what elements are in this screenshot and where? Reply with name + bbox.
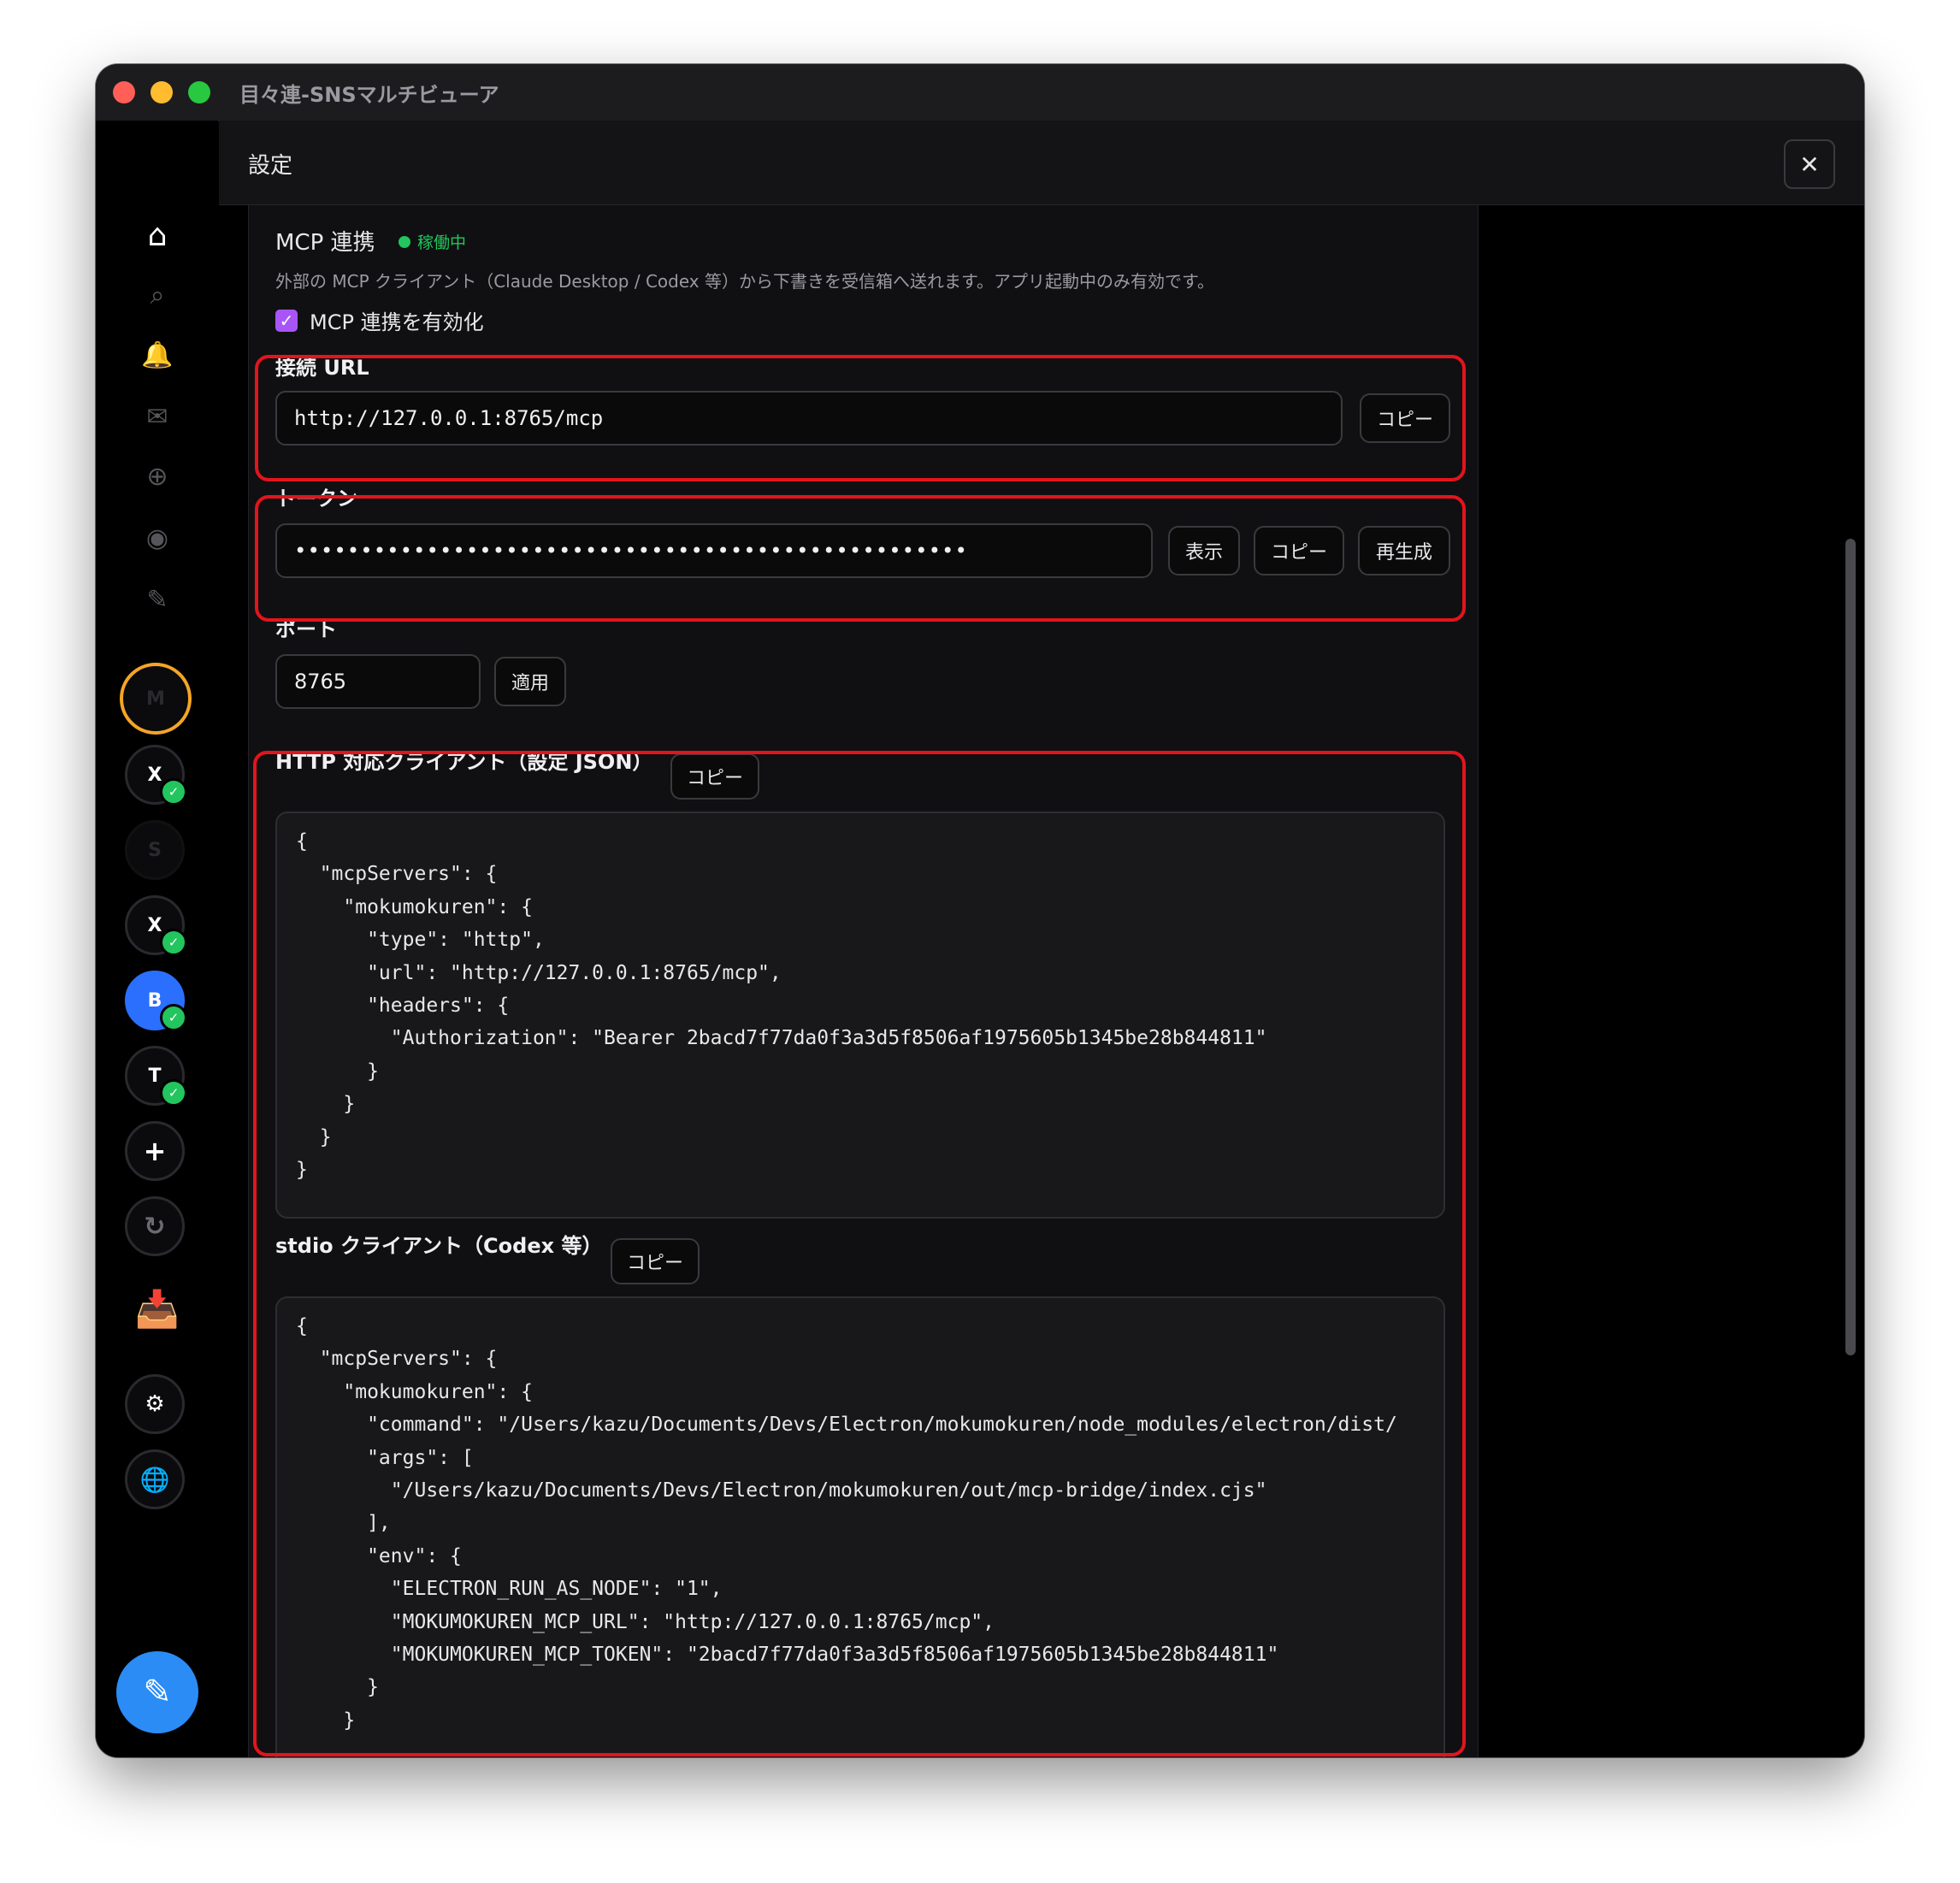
account-initial: X [147,914,162,936]
account-avatar-x[interactable]: X ✓ [125,745,187,806]
account-avatar-b[interactable]: B ✓ [125,971,187,1031]
mcp-description: 外部の MCP クライアント（Claude Desktop / Codex 等）… [275,271,1214,292]
copy-token-button[interactable]: コピー [1254,526,1344,576]
enable-mcp-row[interactable]: ✓ MCP 連携を有効化 [275,305,484,335]
account-initial: X [147,764,162,786]
mcp-section-title: MCP 連携 [275,230,375,256]
apply-port-button[interactable]: 適用 [494,657,566,706]
port-label: ポート [275,617,337,641]
zoom-window-button[interactable] [188,81,210,103]
add-account-button[interactable]: + [125,1121,185,1181]
copy-stdio-json-button[interactable]: コピー [611,1238,700,1284]
copy-url-button[interactable]: コピー [1360,393,1450,443]
home-icon[interactable]: ⌂ [127,210,188,261]
stdio-json-block[interactable]: { "mcpServers": { "mokumokuren": { "comm… [275,1296,1445,1757]
scrollbar-thumb[interactable] [1845,539,1856,1355]
account-avatar-x-2[interactable]: X ✓ [125,895,187,956]
plus-icon: + [143,1135,167,1167]
account-avatar-active[interactable]: M [120,663,192,735]
show-token-button[interactable]: 表示 [1168,526,1240,576]
status-text: 稼働中 [417,233,467,252]
account-initial: S [148,839,162,861]
url-field[interactable]: http://127.0.0.1:8765/mcp [275,391,1343,446]
search-icon[interactable]: ⌕ [127,269,188,321]
url-label: 接続 URL [275,356,369,380]
app-window: 目々連-SNSマルチビューア ⌂ ⌕ 🔔 ✉ ⊕ ◉ ✎ M X ✓ S X ✓… [96,64,1864,1757]
pencil-icon: ✎ [143,1673,172,1712]
account-initial: M [146,688,165,710]
refresh-icon: ↻ [144,1211,166,1242]
status-dot-icon [398,235,410,248]
compose-button[interactable]: ✎ [116,1651,198,1733]
gear-icon: ⚙ [145,1391,165,1417]
stdio-json-code: { "mcpServers": { "mokumokuren": { "comm… [296,1315,1397,1732]
globe-button[interactable]: 🌐 [125,1449,185,1509]
mail-icon[interactable]: ✉ [127,391,188,442]
verified-check-icon: ✓ [160,778,187,806]
refresh-button[interactable]: ↻ [125,1196,185,1256]
token-field[interactable]: ••••••••••••••••••••••••••••••••••••••••… [275,523,1153,578]
add-circle-icon[interactable]: ⊕ [127,451,188,502]
http-json-code: { "mcpServers": { "mokumokuren": { "type… [296,830,1267,1182]
globe-icon: 🌐 [139,1465,170,1494]
stdio-client-title: stdio クライアント（Codex 等） [275,1234,603,1258]
scrollbar[interactable] [1839,205,1864,1757]
close-settings-button[interactable]: ✕ [1784,139,1835,189]
account-avatar-t[interactable]: T ✓ [125,1046,187,1107]
settings-header: 設定 ✕ [219,121,1864,205]
pencil-icon[interactable]: ✎ [127,574,188,625]
regenerate-token-button[interactable]: 再生成 [1358,526,1450,576]
sidebar: ⌂ ⌕ 🔔 ✉ ⊕ ◉ ✎ M X ✓ S X ✓ B ✓ T ✓ + ↻ 📥 … [96,121,218,1757]
title-bar: 目々連-SNSマルチビューア [96,64,1864,121]
account-initial: T [148,1065,162,1087]
account-avatar-dim[interactable]: S [125,820,185,880]
verified-check-icon: ✓ [160,1079,187,1107]
settings-button[interactable]: ⚙ [125,1374,185,1434]
account-initial: B [147,989,162,1012]
bell-icon[interactable]: 🔔 [127,329,188,381]
settings-title: 設定 [248,153,293,179]
record-icon[interactable]: ◉ [127,512,188,564]
minimize-window-button[interactable] [151,81,173,103]
token-label: トークン [275,487,357,511]
status-badge: 稼働中 [398,230,466,253]
close-window-button[interactable] [113,81,135,103]
enable-mcp-checkbox[interactable]: ✓ [275,309,298,332]
http-json-block[interactable]: { "mcpServers": { "mokumokuren": { "type… [275,812,1445,1219]
close-icon: ✕ [1799,150,1820,179]
verified-check-icon: ✓ [160,1004,187,1031]
copy-http-json-button[interactable]: コピー [670,753,759,800]
http-client-title: HTTP 対応クライアント（設定 JSON） [275,750,653,774]
window-title: 目々連-SNSマルチビューア [239,83,499,107]
port-field[interactable]: 8765 [275,654,481,709]
verified-check-icon: ✓ [160,929,187,956]
enable-mcp-label: MCP 連携を有効化 [310,310,484,334]
inbox-icon[interactable]: 📥 [127,1284,188,1335]
